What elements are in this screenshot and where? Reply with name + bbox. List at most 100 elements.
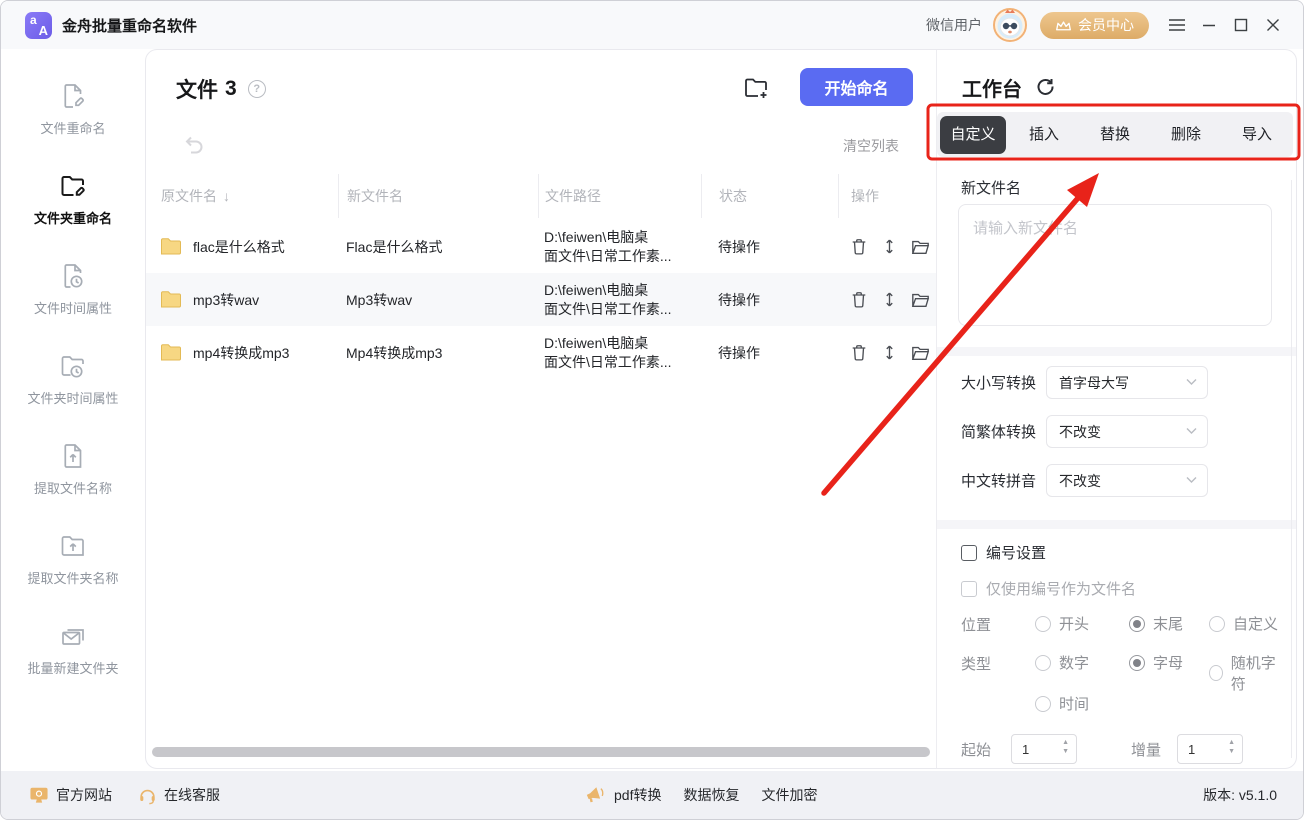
sidebar-item-extract-folder-name[interactable]: 提取文件夹名称 <box>27 531 118 587</box>
case-convert-select[interactable]: 首字母大写 <box>1046 366 1208 399</box>
sidebar-item-folder-rename[interactable]: 文件夹重命名 <box>34 171 112 227</box>
radio-type-time[interactable]: 时间 <box>1035 693 1089 714</box>
radio-position-start[interactable]: 开头 <box>1035 613 1089 634</box>
pdf-convert-link[interactable]: pdf转换 <box>614 785 661 805</box>
refresh-button[interactable] <box>1034 76 1055 97</box>
number-settings-label: 编号设置 <box>986 542 1046 563</box>
radio-icon <box>1209 665 1223 681</box>
only-number-checkbox[interactable] <box>961 581 977 597</box>
original-filename: mp3转wav <box>193 290 259 310</box>
sidebar-item-file-rename[interactable]: 文件重命名 <box>40 81 105 137</box>
trash-icon <box>850 237 868 256</box>
start-rename-button[interactable]: 开始命名 <box>800 68 913 106</box>
new-name-input[interactable] <box>959 205 1271 325</box>
tab-replace[interactable]: 替换 <box>1082 112 1148 157</box>
open-folder-button[interactable] <box>911 344 930 362</box>
tab-custom[interactable]: 自定义 <box>940 116 1006 154</box>
sidebar-item-folder-time[interactable]: 文件夹时间属性 <box>27 351 118 407</box>
delete-row-button[interactable] <box>850 237 868 256</box>
radio-position-custom[interactable]: 自定义 <box>1209 613 1278 634</box>
radio-icon <box>1035 655 1051 671</box>
tab-insert[interactable]: 插入 <box>1011 112 1077 157</box>
horizontal-scrollbar[interactable] <box>152 747 930 757</box>
menu-button[interactable] <box>1161 1 1193 49</box>
number-settings-checkbox[interactable] <box>961 545 977 561</box>
radio-position-end[interactable]: 末尾 <box>1129 613 1183 634</box>
simplified-convert-select[interactable]: 不改变 <box>1046 415 1208 448</box>
radio-icon <box>1129 655 1145 671</box>
workbench-tabbar: 自定义 插入 替换 删除 导入 <box>937 112 1293 157</box>
footer-bar: 官方网站 在线客服 pdf转换 数据恢复 文件加密 <box>1 771 1303 819</box>
delete-row-button[interactable] <box>850 290 868 309</box>
tab-import[interactable]: 导入 <box>1224 112 1290 157</box>
add-folder-button[interactable] <box>742 74 770 105</box>
move-row-button[interactable] <box>881 343 898 362</box>
undo-button[interactable] <box>182 132 206 159</box>
sidebar-item-label: 文件夹时间属性 <box>27 388 118 407</box>
radio-type-letter[interactable]: 字母 <box>1129 652 1183 673</box>
case-convert-label: 大小写转换 <box>961 372 1046 393</box>
clear-list-button[interactable]: 清空列表 <box>843 136 899 156</box>
radio-type-random[interactable]: 随机字符 <box>1209 652 1281 694</box>
sidebar-item-file-time[interactable]: 文件时间属性 <box>34 261 112 317</box>
status-text: 待操作 <box>701 237 838 257</box>
minimize-button[interactable] <box>1193 1 1225 49</box>
sort-desc-icon[interactable]: ↓ <box>223 188 230 204</box>
official-site-link[interactable]: 官方网站 <box>29 785 112 805</box>
original-filename: mp4转换成mp3 <box>193 343 289 363</box>
folder-clock-icon <box>58 351 88 381</box>
open-folder-button[interactable] <box>911 291 930 309</box>
sidebar-item-batch-new-folder[interactable]: 批量新建文件夹 <box>27 621 118 677</box>
stepper-arrows-icon[interactable]: ▲▼ <box>1228 739 1235 755</box>
file-edit-icon <box>58 81 88 111</box>
table-row[interactable]: mp4转换成mp3 Mp4转换成mp3 D:\feiwen\电脑桌 面文件\日常… <box>146 326 936 379</box>
tab-delete[interactable]: 删除 <box>1153 112 1219 157</box>
crown-icon <box>1055 19 1072 32</box>
table-header: 原文件名 ↓ 新文件名 文件路径 状态 操作 <box>146 174 936 218</box>
table-body: flac是什么格式 Flac是什么格式 D:\feiwen\电脑桌 面文件\日常… <box>146 220 936 379</box>
hamburger-icon <box>1168 18 1186 32</box>
increment-stepper[interactable]: 1 ▲▼ <box>1177 734 1243 764</box>
move-icon <box>881 290 898 309</box>
new-filename: Mp3转wav <box>338 290 538 310</box>
sidebar-item-extract-file-name[interactable]: 提取文件名称 <box>34 441 112 497</box>
only-number-row[interactable]: 仅使用编号作为文件名 <box>961 578 1136 599</box>
close-button[interactable] <box>1257 1 1289 49</box>
delete-row-button[interactable] <box>850 343 868 362</box>
start-increment-row: 起始 1 ▲▼ 增量 1 ▲▼ <box>961 734 1243 764</box>
pinyin-convert-select[interactable]: 不改变 <box>1046 464 1208 497</box>
chevron-down-icon <box>1186 378 1197 386</box>
move-row-button[interactable] <box>881 237 898 256</box>
table-row[interactable]: flac是什么格式 Flac是什么格式 D:\feiwen\电脑桌 面文件\日常… <box>146 220 936 273</box>
col-header-original[interactable]: 原文件名 <box>161 186 217 206</box>
status-text: 待操作 <box>701 290 838 310</box>
open-folder-button[interactable] <box>911 238 930 256</box>
file-path: D:\feiwen\电脑桌 面文件\日常工作素... <box>538 334 701 372</box>
chevron-down-icon <box>1186 476 1197 484</box>
number-settings-row[interactable]: 编号设置 <box>961 542 1046 563</box>
member-center-button[interactable]: 会员中心 <box>1040 12 1149 39</box>
increment-label: 增量 <box>1131 739 1161 760</box>
table-row[interactable]: mp3转wav Mp3转wav D:\feiwen\电脑桌 面文件\日常工作素.… <box>146 273 936 326</box>
help-icon[interactable]: ? <box>248 80 266 98</box>
user-avatar[interactable] <box>992 7 1028 43</box>
sidebar: 文件重命名 文件夹重命名 文件时间属性 文件夹时间属性 <box>1 49 145 769</box>
radio-type-number[interactable]: 数字 <box>1035 652 1089 673</box>
file-path: D:\feiwen\电脑桌 面文件\日常工作素... <box>538 281 701 319</box>
pinyin-convert-row: 中文转拼音 不改变 <box>961 464 1208 497</box>
col-header-status: 状态 <box>701 174 838 218</box>
data-recovery-link[interactable]: 数据恢复 <box>683 785 739 805</box>
simplified-convert-value: 不改变 <box>1059 422 1101 442</box>
sidebar-item-label: 文件夹重命名 <box>34 208 112 227</box>
move-row-button[interactable] <box>881 290 898 309</box>
online-service-link[interactable]: 在线客服 <box>138 785 220 805</box>
trash-icon <box>850 343 868 362</box>
col-header-ops: 操作 <box>838 174 936 218</box>
sidebar-item-label: 批量新建文件夹 <box>27 658 118 677</box>
start-stepper[interactable]: 1 ▲▼ <box>1011 734 1077 764</box>
maximize-button[interactable] <box>1225 1 1257 49</box>
stepper-arrows-icon[interactable]: ▲▼ <box>1062 739 1069 755</box>
file-encrypt-link[interactable]: 文件加密 <box>761 785 817 805</box>
file-path: D:\feiwen\电脑桌 面文件\日常工作素... <box>538 228 701 266</box>
pinyin-convert-value: 不改变 <box>1059 471 1101 491</box>
